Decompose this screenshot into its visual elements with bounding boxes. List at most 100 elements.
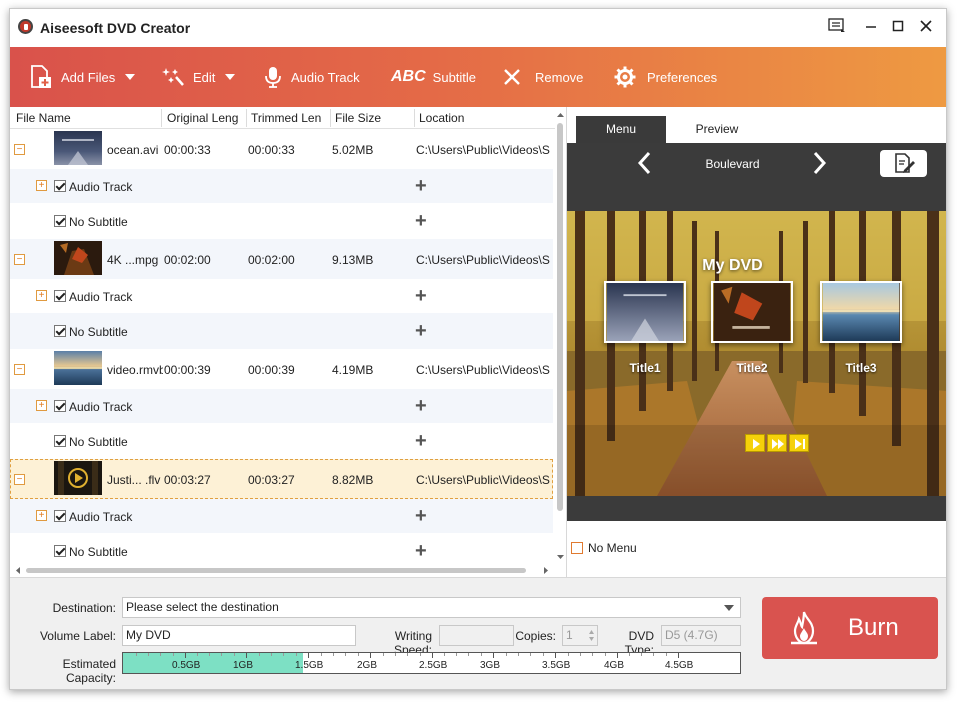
- capacity-tick: [246, 653, 247, 658]
- scroll-up-icon[interactable]: [556, 111, 565, 119]
- column-separator[interactable]: [330, 109, 331, 127]
- subtitle-checkbox[interactable]: [54, 215, 66, 227]
- capacity-tick: [678, 653, 679, 658]
- subtitle-label: No Subtitle: [69, 215, 128, 229]
- add-subtitle-icon[interactable]: +: [415, 541, 427, 561]
- app-title: Aiseesoft DVD Creator: [40, 20, 191, 36]
- no-menu-checkbox[interactable]: [571, 542, 583, 554]
- subtitle-checkbox[interactable]: [54, 435, 66, 447]
- column-separator[interactable]: [246, 109, 247, 127]
- add-files-label: Add Files: [61, 69, 116, 85]
- edit-menu-button[interactable]: [880, 150, 927, 177]
- maximize-button[interactable]: [887, 17, 909, 39]
- burn-button[interactable]: Burn: [762, 597, 938, 659]
- scroll-left-icon[interactable]: [14, 566, 22, 575]
- stepper-arrows-icon[interactable]: [588, 628, 595, 643]
- fast-forward-icon[interactable]: [767, 434, 787, 452]
- dvd-menu-title[interactable]: My DVD: [567, 257, 898, 275]
- file-row[interactable]: − 4K ...mpg 00:02:00 00:02:00 9.13MB C:\…: [10, 239, 553, 279]
- capacity-minor-tick: [234, 653, 235, 656]
- volume-label-input[interactable]: My DVD: [122, 625, 356, 646]
- play-all-icon[interactable]: [745, 434, 765, 452]
- copies-stepper[interactable]: 1: [562, 625, 598, 646]
- add-audio-icon[interactable]: +: [415, 286, 427, 306]
- menu-title-thumbnail-3[interactable]: [820, 281, 902, 343]
- horizontal-scrollbar[interactable]: [14, 565, 554, 575]
- add-audio-icon[interactable]: +: [415, 506, 427, 526]
- column-header-original-length[interactable]: Original Leng: [167, 111, 245, 125]
- feedback-icon[interactable]: [826, 17, 848, 39]
- file-location: C:\Users\Public\Videos\S...: [416, 363, 550, 377]
- capacity-tick-label: 3.5GB: [542, 660, 571, 671]
- close-button[interactable]: [915, 17, 937, 39]
- capacity-minor-tick: [333, 653, 334, 656]
- add-files-button[interactable]: Add Files: [30, 47, 136, 107]
- audio-track-checkbox[interactable]: [54, 510, 66, 522]
- audio-track-checkbox[interactable]: [54, 180, 66, 192]
- edit-button[interactable]: Edit: [162, 47, 236, 107]
- column-separator[interactable]: [414, 109, 415, 127]
- file-row[interactable]: − ocean.avi 00:00:33 00:00:33 5.02MB C:\…: [10, 129, 553, 169]
- column-header-file-size[interactable]: File Size: [335, 111, 413, 125]
- add-audio-icon[interactable]: +: [415, 176, 427, 196]
- expand-icon[interactable]: +: [36, 180, 47, 191]
- expand-icon[interactable]: +: [36, 290, 47, 301]
- vertical-scrollbar[interactable]: [556, 109, 565, 563]
- autumn-road-background: [567, 211, 946, 496]
- capacity-tick-label: 1.5GB: [295, 660, 324, 671]
- file-row-selected[interactable]: − Justi... .flv 00:03:27 00:03:27 8.82MB…: [10, 459, 553, 499]
- column-separator[interactable]: [161, 109, 162, 127]
- remove-button[interactable]: Remove: [503, 47, 583, 107]
- tab-menu[interactable]: Menu: [576, 116, 666, 143]
- next-chapter-icon[interactable]: [789, 434, 809, 452]
- capacity-minor-tick: [456, 653, 457, 656]
- file-row[interactable]: − video.rmvb 00:00:39 00:00:39 4.19MB C:…: [10, 349, 553, 389]
- capacity-minor-tick: [506, 653, 507, 656]
- expand-icon[interactable]: +: [36, 510, 47, 521]
- destination-select[interactable]: Please select the destination: [122, 597, 741, 618]
- menu-title-thumbnail-1[interactable]: [604, 281, 686, 343]
- add-subtitle-icon[interactable]: +: [415, 321, 427, 341]
- add-audio-icon[interactable]: +: [415, 396, 427, 416]
- edit-dropdown-icon[interactable]: [225, 74, 236, 80]
- add-files-dropdown-icon[interactable]: [125, 74, 136, 80]
- tab-preview[interactable]: Preview: [672, 116, 762, 143]
- vertical-scroll-thumb[interactable]: [557, 123, 563, 511]
- video-thumbnail: [54, 351, 102, 385]
- collapse-icon[interactable]: −: [14, 144, 25, 155]
- scroll-right-icon[interactable]: [542, 566, 550, 575]
- horizontal-scroll-thumb[interactable]: [26, 568, 526, 573]
- subtitle-row: No Subtitle +: [10, 423, 553, 459]
- writing-speed-select[interactable]: [439, 625, 514, 646]
- dvd-type-select[interactable]: D5 (4.7G): [661, 625, 741, 646]
- no-menu-option[interactable]: No Menu: [571, 541, 637, 555]
- audio-track-checkbox[interactable]: [54, 400, 66, 412]
- audio-track-button[interactable]: Audio Track: [264, 47, 360, 107]
- column-header-location[interactable]: Location: [419, 111, 539, 125]
- capacity-minor-tick: [407, 653, 408, 656]
- minimize-button[interactable]: [860, 17, 882, 39]
- subtitle-row: No Subtitle +: [10, 533, 553, 565]
- subtitle-checkbox[interactable]: [54, 545, 66, 557]
- menu-title-label-1[interactable]: Title1: [604, 361, 686, 375]
- collapse-icon[interactable]: −: [14, 254, 25, 265]
- menu-title-thumbnail-2[interactable]: [711, 281, 793, 343]
- audio-track-checkbox[interactable]: [54, 290, 66, 302]
- column-header-trimmed-length[interactable]: Trimmed Len: [251, 111, 329, 125]
- subtitle-checkbox[interactable]: [54, 325, 66, 337]
- scroll-down-icon[interactable]: [556, 553, 565, 561]
- menu-preview-pane: Menu Preview Boulevard My DVD Title1 Tit…: [567, 107, 946, 577]
- next-theme-button[interactable]: [811, 151, 827, 181]
- menu-title-label-3[interactable]: Title3: [820, 361, 902, 375]
- add-subtitle-icon[interactable]: +: [415, 431, 427, 451]
- collapse-icon[interactable]: −: [14, 364, 25, 375]
- menu-title-label-2[interactable]: Title2: [711, 361, 793, 375]
- column-header-file-name[interactable]: File Name: [16, 111, 156, 125]
- expand-icon[interactable]: +: [36, 400, 47, 411]
- magic-wand-icon: [162, 68, 184, 86]
- subtitle-button[interactable]: ABC Subtitle: [391, 47, 476, 107]
- chevron-down-icon[interactable]: [724, 605, 734, 611]
- collapse-icon[interactable]: −: [14, 474, 25, 485]
- add-subtitle-icon[interactable]: +: [415, 211, 427, 231]
- preferences-button[interactable]: Preferences: [614, 47, 717, 107]
